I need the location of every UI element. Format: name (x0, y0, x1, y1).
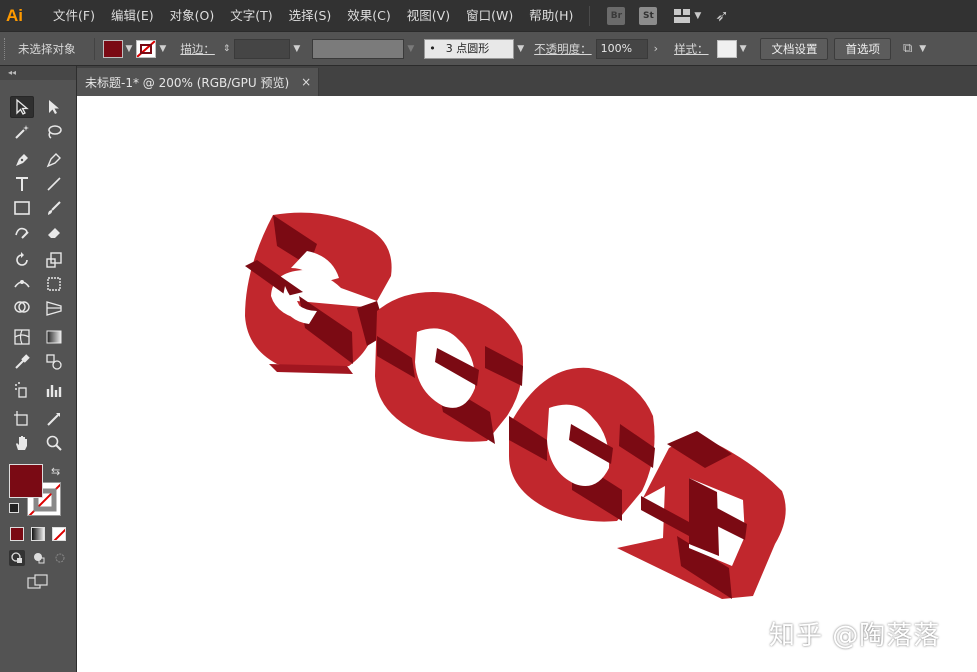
chevron-down-icon[interactable]: ▼ (126, 44, 133, 54)
close-icon[interactable]: × (301, 75, 311, 89)
rotate-tool-icon[interactable] (10, 249, 34, 271)
eyedropper-tool-icon[interactable] (10, 351, 34, 373)
opacity-field[interactable]: 100% (595, 38, 648, 59)
brush-definition[interactable]: • 3 点圆形 (424, 38, 515, 59)
artboard-canvas[interactable]: 知乎 @陶落落 (77, 96, 977, 672)
mesh-tool-icon[interactable] (10, 326, 34, 348)
letter-o-first (375, 292, 523, 444)
stroke-weight-field[interactable] (234, 38, 291, 59)
style-label: 样式： (674, 41, 709, 56)
chevron-down-icon[interactable]: ▼ (159, 44, 166, 54)
perspective-grid-tool-icon[interactable] (42, 297, 66, 319)
draw-inside-icon[interactable] (52, 550, 68, 566)
shape-builder-tool-icon[interactable] (10, 297, 34, 319)
type-tool-icon[interactable] (10, 173, 34, 195)
workspace-layout-icon[interactable] (674, 8, 691, 23)
menu-object[interactable]: 对象(O) (162, 0, 223, 31)
default-fill-stroke-icon[interactable] (9, 503, 19, 513)
letter-o-second (509, 367, 655, 522)
opacity-label: 不透明度： (534, 41, 592, 56)
chevron-down-icon[interactable]: ▼ (407, 44, 414, 54)
column-graph-tool-icon[interactable] (42, 379, 66, 401)
preferences-button[interactable]: 首选项 (834, 37, 891, 60)
app-logo: Ai (6, 5, 23, 25)
selection-tool-icon[interactable] (10, 96, 34, 118)
document-setup-button[interactable]: 文档设置 (760, 37, 829, 60)
menu-bar: Ai 文件(F) 编辑(E) 对象(O) 文字(T) 选择(S) 效果(C) 视… (0, 0, 977, 31)
color-mode-icon[interactable] (10, 527, 24, 541)
line-segment-tool-icon[interactable] (42, 173, 66, 195)
tools-panel: ◂◂ ⇆ (0, 66, 77, 672)
gradient-mode-icon[interactable] (31, 527, 45, 541)
good-isometric-artwork (245, 212, 786, 599)
eraser-tool-icon[interactable] (42, 221, 66, 243)
chevron-down-icon[interactable]: ▼ (293, 44, 300, 54)
variable-width-profile[interactable] (312, 38, 405, 59)
control-bar: 未选择对象 ▼ ▼ 描边： ⇕ ▼ ▼ • 3 点圆形 ▼ 不透明度： 100%… (0, 31, 977, 66)
scale-tool-icon[interactable] (42, 249, 66, 271)
artboard-tool-icon[interactable] (10, 408, 34, 430)
menu-view[interactable]: 视图(V) (399, 0, 458, 31)
symbol-sprayer-tool-icon[interactable] (10, 379, 34, 401)
curvature-tool-icon[interactable] (42, 149, 66, 171)
zoom-tool-icon[interactable] (42, 432, 66, 454)
draw-behind-icon[interactable] (31, 550, 47, 566)
chevron-right-icon[interactable]: › (654, 42, 658, 55)
graphic-style-swatch[interactable] (716, 39, 737, 58)
fill-color-swatch[interactable] (9, 464, 43, 498)
menu-help[interactable]: 帮助(H) (521, 0, 581, 31)
rectangle-tool-icon[interactable] (10, 197, 34, 219)
chevron-down-icon[interactable]: ▼ (517, 44, 524, 54)
main-menu: 文件(F) 编辑(E) 对象(O) 文字(T) 选择(S) 效果(C) 视图(V… (45, 0, 581, 31)
divider (93, 37, 95, 60)
magic-wand-tool-icon[interactable] (10, 121, 34, 143)
letter-g (245, 212, 392, 374)
document-tab[interactable]: 未标题-1* @ 200% (RGB/GPU 预览) × (77, 68, 319, 96)
panel-collapse-icon[interactable]: ◂◂ (0, 66, 76, 80)
menu-type[interactable]: 文字(T) (222, 0, 280, 31)
none-mode-icon[interactable] (52, 527, 66, 541)
free-transform-tool-icon[interactable] (42, 273, 66, 295)
paintbrush-tool-icon[interactable] (42, 197, 66, 219)
rocket-icon[interactable]: ➶ (715, 6, 728, 25)
stock-icon[interactable]: St (639, 6, 658, 25)
watermark: 知乎 @陶落落 (769, 621, 941, 651)
arrange-icon[interactable]: ⧉ (903, 41, 912, 56)
selection-status: 未选择对象 (18, 41, 76, 56)
fill-swatch[interactable] (102, 39, 123, 58)
direct-selection-tool-icon[interactable] (42, 96, 66, 118)
menu-select[interactable]: 选择(S) (281, 0, 340, 31)
chevron-down-icon[interactable]: ▼ (740, 44, 747, 54)
width-tool-icon[interactable] (10, 273, 34, 295)
screen-mode-icon[interactable] (27, 574, 49, 590)
gradient-tool-icon[interactable] (42, 326, 66, 348)
bridge-icon[interactable]: Br (607, 6, 626, 25)
chevron-down-icon[interactable]: ▼ (919, 44, 926, 54)
pen-tool-icon[interactable] (10, 149, 34, 171)
blend-tool-icon[interactable] (42, 351, 66, 373)
draw-normal-icon[interactable] (9, 550, 25, 566)
chevron-down-icon[interactable]: ▼ (694, 11, 701, 21)
stroke-stepper-icon[interactable]: ⇕ (223, 44, 231, 54)
lasso-tool-icon[interactable] (42, 121, 66, 143)
menu-effect[interactable]: 效果(C) (339, 0, 398, 31)
brush-value: 3 点圆形 (445, 41, 490, 55)
shaper-tool-icon[interactable] (10, 221, 34, 243)
menu-file[interactable]: 文件(F) (45, 0, 103, 31)
stroke-label: 描边： (180, 41, 215, 56)
document-tab-bar: 未标题-1* @ 200% (RGB/GPU 预览) × (77, 66, 977, 96)
stroke-swatch[interactable] (136, 39, 157, 58)
menu-divider (589, 5, 591, 26)
document-tab-title: 未标题-1* @ 200% (RGB/GPU 预览) (85, 75, 290, 90)
brush-dot-icon: • (429, 41, 436, 55)
menu-window[interactable]: 窗口(W) (458, 0, 521, 31)
panel-grip[interactable] (4, 37, 8, 60)
slice-tool-icon[interactable] (42, 408, 66, 430)
hand-tool-icon[interactable] (10, 432, 34, 454)
menu-edit[interactable]: 编辑(E) (103, 0, 162, 31)
swap-fill-stroke-icon[interactable]: ⇆ (51, 465, 60, 478)
